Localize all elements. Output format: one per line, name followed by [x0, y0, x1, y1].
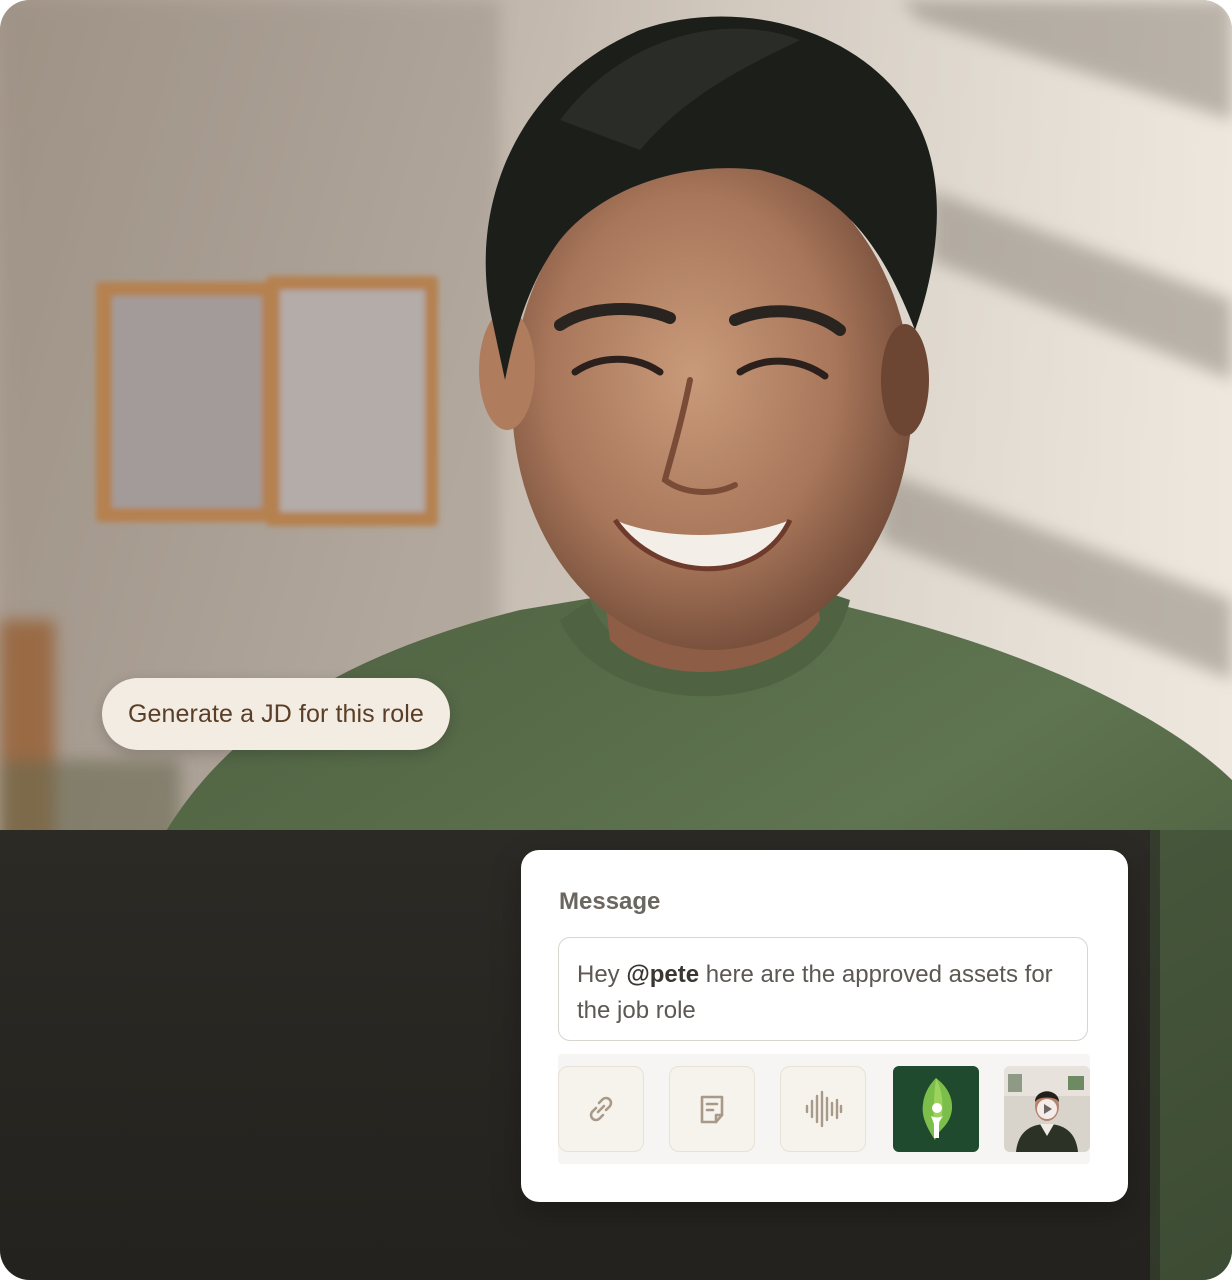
document-icon — [700, 1095, 724, 1124]
generate-jd-prompt-chip[interactable]: Generate a JD for this role — [102, 678, 450, 750]
video-thumbnail[interactable] — [1004, 1066, 1090, 1152]
message-composer-card: Message Hey @pete here are the approved … — [521, 850, 1128, 1202]
audio-waveform-icon — [805, 1090, 843, 1128]
attach-audio-button[interactable] — [780, 1066, 866, 1152]
brand-logo-thumbnail[interactable] — [893, 1066, 979, 1152]
user-mention[interactable]: @pete — [626, 961, 699, 988]
attach-link-button[interactable] — [558, 1066, 644, 1152]
attach-document-button[interactable] — [669, 1066, 755, 1152]
message-label: Message — [559, 888, 661, 915]
attachments-bar — [558, 1054, 1090, 1164]
message-input[interactable]: Hey @pete here are the approved assets f… — [558, 937, 1088, 1041]
link-icon — [589, 1096, 613, 1122]
prompt-chip-label: Generate a JD for this role — [128, 699, 424, 728]
message-text-prefix: Hey — [577, 961, 627, 988]
hero-photo: Generate a JD for this role Message Hey … — [0, 0, 1232, 1280]
